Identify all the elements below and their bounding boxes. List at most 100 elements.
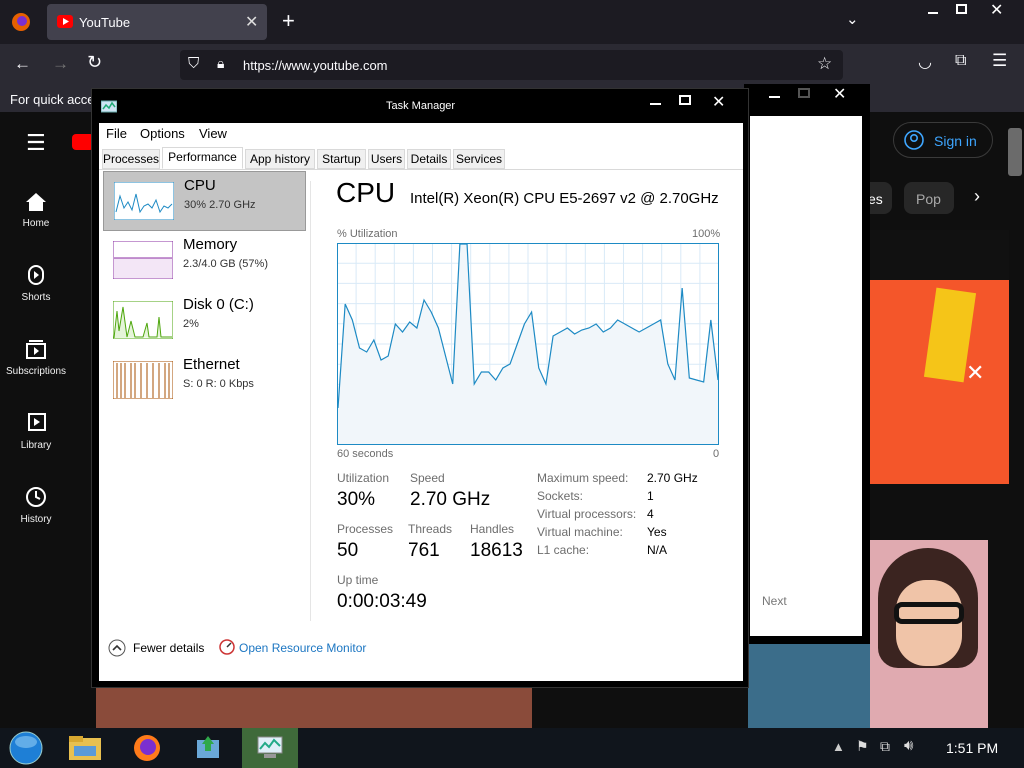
tab-users[interactable]: Users [368, 149, 405, 169]
hamburger-icon[interactable]: ☰ [26, 130, 46, 156]
window-title: Task Manager [386, 100, 456, 112]
resource-disk[interactable]: Disk 0 (C:) 2% [103, 291, 306, 351]
pocket-icon[interactable]: ◡ [918, 52, 932, 72]
disk-thumb-graph [113, 301, 173, 339]
thumbnail-bottom-left[interactable] [96, 688, 532, 728]
show-hidden-icons-icon[interactable]: ▲ [832, 739, 845, 754]
firefox-menu-icon[interactable] [11, 12, 31, 32]
collapse-chevron-icon[interactable] [108, 639, 126, 657]
clock[interactable]: 1:51 PM [946, 740, 998, 756]
resource-memory[interactable]: Memory 2.3/4.0 GB (57%) [103, 231, 306, 291]
cpu-utilization-graph [337, 243, 719, 445]
menu-view[interactable]: View [199, 126, 227, 141]
maximize-icon[interactable] [956, 4, 967, 14]
thumbnail-ad[interactable]: ✕ [870, 230, 1009, 484]
chevron-right-icon[interactable]: › [974, 186, 980, 207]
sidebar-item-shorts[interactable]: Shorts [0, 264, 72, 303]
graph-y-label: % Utilization [337, 228, 398, 240]
sidebar-item-home[interactable]: Home [0, 192, 72, 229]
resource-name: Memory [183, 236, 238, 253]
sidebar-item-library[interactable]: Library [0, 412, 72, 451]
tm-close-icon[interactable]: ✕ [712, 92, 725, 112]
fewer-details-button[interactable]: Fewer details [133, 641, 204, 655]
action-center-flag-icon[interactable]: ⚑ [856, 738, 869, 755]
tab-details[interactable]: Details [407, 149, 451, 169]
subscriptions-icon [26, 340, 46, 359]
menu-options[interactable]: Options [140, 126, 185, 141]
volume-icon[interactable]: 🔊︎ [904, 737, 913, 754]
close-ad-icon[interactable]: ✕ [966, 360, 984, 386]
resource-value: 30% 2.70 GHz [184, 199, 256, 211]
processes-label: Processes [337, 522, 394, 536]
list-tabs-icon[interactable]: ⌄ [846, 10, 859, 28]
tab-services[interactable]: Services [453, 149, 505, 169]
uptime-label: Up time [337, 573, 379, 587]
task-manager-taskbar-button[interactable] [242, 728, 298, 768]
network-icon[interactable]: ⧉ [880, 738, 890, 755]
forward-icon[interactable]: → [52, 54, 69, 74]
start-orb-icon[interactable] [8, 731, 44, 765]
threads-value: 761 [408, 540, 440, 561]
resource-monitor-icon [219, 639, 235, 655]
open-resource-monitor-link[interactable]: Open Resource Monitor [239, 641, 366, 655]
tab-app-history[interactable]: App history [245, 149, 315, 169]
graph-y-max-label: 100% [692, 228, 721, 240]
resource-cpu[interactable]: CPU 30% 2.70 GHz [103, 171, 306, 231]
thumbnail-person[interactable] [870, 540, 988, 728]
tab-startup[interactable]: Startup [317, 149, 366, 169]
shield-icon[interactable]: ⛉ [188, 55, 199, 72]
sidebar-item-history[interactable]: History [0, 486, 72, 525]
uptime-value: 0:00:03:49 [337, 591, 427, 612]
resource-name: Disk 0 (C:) [183, 296, 254, 313]
extensions-icon[interactable]: ⧉ [955, 52, 966, 70]
app-menu-icon[interactable]: ☰ [992, 51, 1007, 71]
resource-ethernet[interactable]: Ethernet S: 0 R: 0 Kbps [103, 351, 306, 411]
minimize-icon[interactable] [928, 12, 938, 14]
thumbnail-bottom-right[interactable] [748, 642, 870, 728]
tm-minimize-icon[interactable] [650, 103, 661, 105]
handles-label: Handles [470, 522, 515, 536]
popup-maximize-icon[interactable] [798, 88, 810, 98]
chip-pop[interactable]: Pop [904, 182, 954, 214]
tab-performance[interactable]: Performance [162, 147, 243, 169]
graph-x-right-label: 0 [713, 448, 720, 460]
popup-close-icon[interactable]: ✕ [833, 84, 846, 104]
threads-label: Threads [408, 522, 453, 536]
spec-value: N/A [647, 543, 668, 557]
popup-minimize-icon[interactable] [769, 96, 780, 98]
reload-icon[interactable]: ↻ [87, 52, 102, 73]
utilization-value: 30% [337, 489, 376, 510]
url-bar[interactable]: ⛉ 🔒︎ https://www.youtube.com ☆ [180, 50, 843, 80]
new-tab-icon[interactable]: + [282, 8, 295, 34]
browser-tab-bar: YouTube ✕ + ⌄ ✕ [0, 0, 1024, 44]
file-explorer-icon[interactable] [68, 734, 102, 762]
scrollbar-thumb[interactable] [1008, 128, 1022, 176]
sidebar-item-subscriptions[interactable]: Subscriptions [0, 338, 72, 377]
speed-label: Speed [410, 471, 445, 485]
tab-youtube[interactable]: YouTube ✕ [47, 4, 267, 40]
popup-window: ✕ Next [744, 84, 870, 644]
firefox-taskbar-icon[interactable] [132, 733, 162, 763]
menu-file[interactable]: File [106, 126, 127, 141]
installer-icon[interactable] [194, 734, 222, 762]
spec-key: Maximum speed: [537, 471, 629, 485]
home-icon [26, 193, 46, 211]
close-window-icon[interactable]: ✕ [990, 0, 1003, 20]
lock-icon[interactable]: 🔒︎ [217, 55, 224, 72]
next-button[interactable]: Next [762, 594, 787, 608]
bookmark-star-icon[interactable]: ☆ [817, 54, 832, 74]
tab-processes[interactable]: Processes [102, 149, 160, 169]
back-icon[interactable]: ← [14, 54, 31, 74]
tm-maximize-icon[interactable] [679, 95, 691, 105]
url-text: https://www.youtube.com [243, 58, 388, 73]
task-manager-window: Task Manager ✕ File Options View Process… [91, 88, 749, 688]
history-icon [26, 487, 46, 507]
memory-thumb-graph [113, 241, 173, 279]
library-icon [28, 413, 46, 431]
sidebar-label: Subscriptions [5, 366, 67, 377]
spec-value: Yes [647, 525, 667, 539]
tab-strip-line [99, 169, 743, 170]
sign-in-button[interactable]: Sign in [893, 122, 993, 158]
resource-value: S: 0 R: 0 Kbps [183, 378, 254, 390]
close-tab-icon[interactable]: ✕ [245, 12, 258, 32]
